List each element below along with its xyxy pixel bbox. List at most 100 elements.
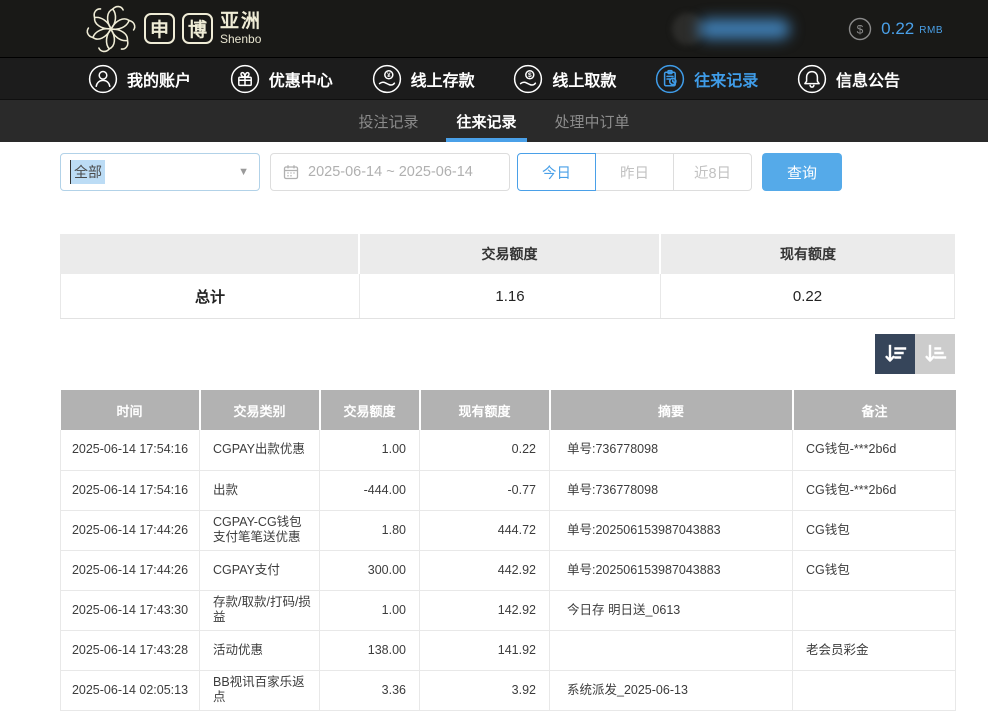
cell-note: 老会员彩金 — [793, 630, 956, 670]
table-row: 2025-06-14 17:43:28活动优惠138.00141.92老会员彩金 — [61, 630, 956, 670]
cell-amount: 1.00 — [320, 430, 420, 470]
sort-asc-icon — [922, 341, 948, 367]
balance-display: $ 0.22 RMB — [848, 17, 943, 41]
quick-button-last-8-days[interactable]: 近8日 — [673, 153, 752, 191]
username-blurred — [698, 19, 790, 39]
logo-char-bo: 博 — [182, 13, 213, 44]
summary-table: 交易额度 现有额度 总计 1.16 0.22 — [60, 234, 955, 319]
withdraw-icon: $ — [513, 64, 543, 94]
cell-balance: 142.92 — [420, 590, 550, 630]
table-row: 2025-06-14 17:43:30存款/取款/打码/损益1.00142.92… — [61, 590, 956, 630]
sort-descending-button[interactable] — [875, 334, 915, 374]
svg-text:$: $ — [528, 72, 532, 79]
cell-summary — [550, 630, 793, 670]
table-row: 2025-06-14 17:44:26CGPAY-CG钱包支付笔笔送优惠1.80… — [61, 510, 956, 550]
nav-item-label: 线上取款 — [552, 67, 616, 91]
cell-time: 2025-06-14 17:43:30 — [61, 590, 200, 630]
table-row: 2025-06-14 17:54:16CGPAY出款优惠1.000.22单号:7… — [61, 430, 956, 470]
cell-type: 出款 — [200, 470, 320, 510]
cell-type: 存款/取款/打码/损益 — [200, 590, 320, 630]
nav-item-label: 线上存款 — [411, 67, 475, 91]
table-row: 2025-06-14 17:54:16出款-444.00-0.77单号:7367… — [61, 470, 956, 510]
cell-summary: 今日存 明日送_0613 — [550, 590, 793, 630]
balance-amount: 0.22 — [881, 19, 914, 39]
tab-pending-orders[interactable]: 处理中订单 — [553, 100, 632, 142]
nav-item-promotions[interactable]: 优惠中心 — [230, 64, 333, 94]
cell-time: 2025-06-14 17:54:16 — [61, 430, 200, 470]
cell-type: CGPAY支付 — [200, 550, 320, 590]
summary-total-row: 总计 1.16 0.22 — [60, 274, 955, 319]
cell-type: BB视讯百家乐返点 — [200, 670, 320, 710]
cell-amount: 1.80 — [320, 510, 420, 550]
search-button[interactable]: 查询 — [762, 153, 842, 191]
cell-note: CG钱包 — [793, 510, 956, 550]
bell-icon — [797, 64, 827, 94]
cell-amount: 1.00 — [320, 590, 420, 630]
nav-item-announcements[interactable]: 信息公告 — [797, 64, 900, 94]
summary-total-transaction: 1.16 — [360, 274, 661, 318]
cell-amount: 138.00 — [320, 630, 420, 670]
sub-nav: 投注记录往来记录处理中订单 — [0, 100, 988, 142]
user-icon — [88, 64, 118, 94]
main-nav: 我的账户 优惠中心 ¥ 线上存款 $ 线上取款 往来记录 信息公告 — [0, 58, 988, 100]
cell-balance: -0.77 — [420, 470, 550, 510]
brand-logo[interactable]: 申 博 亚洲 Shenbo — [85, 3, 262, 55]
date-range-input[interactable]: 2025-06-14 ~ 2025-06-14 — [270, 153, 510, 191]
cell-time: 2025-06-14 02:05:13 — [61, 670, 200, 710]
tab-transaction-records[interactable]: 往来记录 — [454, 100, 518, 142]
nav-item-account[interactable]: 我的账户 — [88, 64, 191, 94]
quick-button-today[interactable]: 今日 — [517, 153, 596, 191]
content: 全部 ▼ 2025-06-14 ~ 2025-06-14 今日昨日近8日 查询 … — [0, 152, 988, 711]
sort-desc-icon — [882, 341, 908, 367]
user-account[interactable] — [672, 13, 790, 45]
nav-item-label: 信息公告 — [836, 67, 900, 91]
cell-note — [793, 590, 956, 630]
column-header-amount: 交易额度 — [320, 390, 420, 430]
column-header-balance: 现有额度 — [420, 390, 550, 430]
quick-date-group: 今日昨日近8日 — [517, 153, 752, 191]
dollar-circle-icon: $ — [848, 17, 872, 41]
summary-total-balance: 0.22 — [661, 274, 955, 318]
chevron-down-icon: ▼ — [238, 166, 249, 178]
cell-summary: 单号:202506153987043883 — [550, 550, 793, 590]
nav-item-label: 优惠中心 — [269, 67, 333, 91]
cell-type: 活动优惠 — [200, 630, 320, 670]
logo-region-en: Shenbo — [220, 33, 262, 45]
logo-region: 亚洲 Shenbo — [220, 12, 262, 45]
date-range-value: 2025-06-14 ~ 2025-06-14 — [308, 164, 473, 180]
select-value: 全部 — [70, 160, 105, 184]
column-header-type: 交易类别 — [200, 390, 320, 430]
svg-text:¥: ¥ — [387, 72, 391, 79]
sort-ascending-button[interactable] — [915, 334, 955, 374]
records-icon — [655, 64, 685, 94]
nav-item-deposit[interactable]: ¥ 线上存款 — [372, 64, 475, 94]
summary-header-empty — [60, 234, 360, 274]
cell-time: 2025-06-14 17:44:26 — [61, 550, 200, 590]
logo-char-shen: 申 — [144, 13, 175, 44]
cell-balance: 442.92 — [420, 550, 550, 590]
quick-button-yesterday[interactable]: 昨日 — [595, 153, 674, 191]
cell-summary: 单号:736778098 — [550, 430, 793, 470]
cell-type: CGPAY出款优惠 — [200, 430, 320, 470]
cell-balance: 0.22 — [420, 430, 550, 470]
cell-type: CGPAY-CG钱包支付笔笔送优惠 — [200, 510, 320, 550]
column-header-note: 备注 — [793, 390, 956, 430]
cell-time: 2025-06-14 17:54:16 — [61, 470, 200, 510]
cell-summary: 系统派发_2025-06-13 — [550, 670, 793, 710]
transaction-type-select[interactable]: 全部 ▼ — [60, 153, 260, 191]
gift-icon — [230, 64, 260, 94]
cell-note — [793, 670, 956, 710]
table-row: 2025-06-14 02:05:13BB视讯百家乐返点3.363.92系统派发… — [61, 670, 956, 710]
nav-item-withdraw[interactable]: $ 线上取款 — [513, 64, 616, 94]
svg-text:$: $ — [857, 22, 864, 36]
summary-total-label: 总计 — [60, 274, 360, 318]
cell-summary: 单号:202506153987043883 — [550, 510, 793, 550]
nav-item-records[interactable]: 往来记录 — [655, 64, 758, 94]
summary-header-balance: 现有额度 — [661, 234, 955, 274]
tab-bet-records[interactable]: 投注记录 — [356, 100, 420, 142]
filter-row: 全部 ▼ 2025-06-14 ~ 2025-06-14 今日昨日近8日 查询 — [60, 152, 955, 192]
nav-item-label: 我的账户 — [127, 67, 191, 91]
logo-region-cn: 亚洲 — [220, 12, 262, 31]
cell-note: CG钱包-***2b6d — [793, 430, 956, 470]
calendar-icon — [283, 164, 299, 180]
